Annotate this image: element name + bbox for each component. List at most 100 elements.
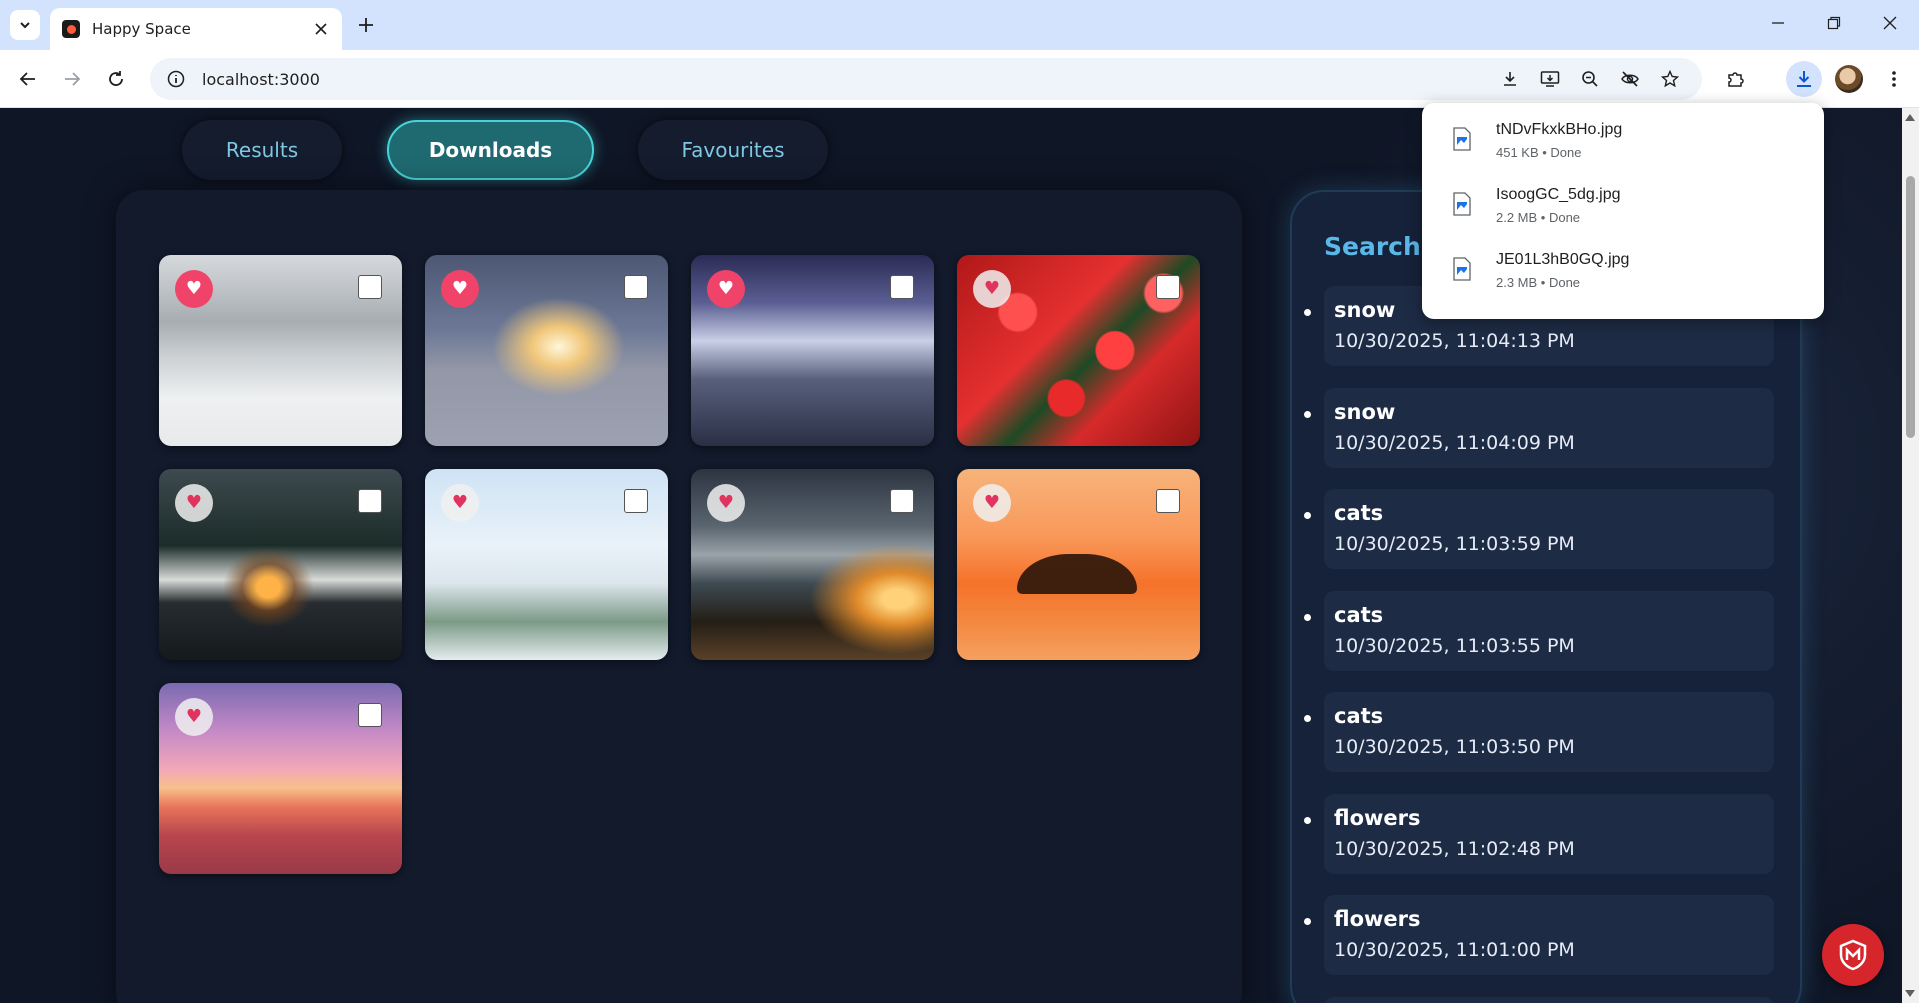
island-silhouette (1017, 554, 1137, 594)
bookmark-button[interactable] (1654, 63, 1686, 95)
download-item[interactable]: IsoogGC_5dg.jpg 2.2 MB • Done (1422, 174, 1824, 238)
heart-icon: ♥ (185, 492, 203, 513)
downloads-popup: tNDvFkxkBHo.jpg 451 KB • Done IsoogGC_5d… (1422, 103, 1824, 319)
image-card[interactable]: ♥ (159, 469, 402, 660)
security-badge[interactable] (1822, 924, 1884, 986)
new-tab-button[interactable] (352, 11, 380, 39)
bullet (1304, 918, 1311, 925)
select-checkbox[interactable] (624, 489, 648, 513)
history-term: flowers (1334, 907, 1421, 931)
install-app-icon (1540, 71, 1560, 87)
history-item[interactable]: cats 10/30/2025, 11:03:55 PM (1304, 591, 1774, 671)
tab-results[interactable]: Results (182, 120, 342, 180)
select-checkbox[interactable] (1156, 489, 1180, 513)
select-checkbox[interactable] (1156, 275, 1180, 299)
download-item[interactable]: tNDvFkxkBHo.jpg 451 KB • Done (1422, 109, 1824, 173)
favourite-button[interactable]: ♥ (175, 270, 213, 308)
url-text[interactable]: localhost:3000 (202, 70, 1702, 89)
image-card[interactable]: ♥ (691, 469, 934, 660)
image-card[interactable]: ♥ (159, 683, 402, 874)
favourite-button[interactable]: ♥ (973, 484, 1011, 522)
history-term: cats (1334, 501, 1384, 525)
download-filename: IsoogGC_5dg.jpg (1496, 186, 1621, 203)
image-card[interactable]: ♥ (425, 255, 668, 446)
install-app-button[interactable] (1534, 63, 1566, 95)
star-icon (1661, 70, 1679, 88)
minimize-button[interactable] (1750, 0, 1806, 46)
select-checkbox[interactable] (890, 489, 914, 513)
favourite-button[interactable]: ♥ (175, 698, 213, 736)
favourite-button[interactable]: ♥ (441, 270, 479, 308)
select-checkbox[interactable] (358, 489, 382, 513)
download-filename: tNDvFkxkBHo.jpg (1496, 121, 1623, 138)
history-time: 10/30/2025, 11:04:09 PM (1334, 432, 1575, 454)
download-filename: JE01L3hB0GQ.jpg (1496, 251, 1630, 268)
downloads-button[interactable] (1786, 61, 1822, 97)
minimize-icon (1772, 22, 1784, 24)
tab-downloads[interactable]: Downloads (387, 120, 594, 180)
download-status: 2.2 MB • Done (1496, 210, 1581, 225)
browser-tab[interactable]: Happy Space (50, 8, 342, 50)
history-item[interactable]: flowers 10/30/2025, 11:01:00 PM (1304, 895, 1774, 975)
history-item[interactable]: cats 10/30/2025, 11:03:50 PM (1304, 692, 1774, 772)
bullet (1304, 309, 1311, 316)
favourite-button[interactable]: ♥ (175, 484, 213, 522)
image-file-icon (1453, 127, 1471, 151)
page-scrollbar[interactable] (1902, 108, 1919, 1003)
favourite-button[interactable]: ♥ (707, 270, 745, 308)
select-checkbox[interactable] (358, 703, 382, 727)
back-button[interactable] (12, 63, 44, 95)
history-item[interactable]: flowers 10/30/2025, 11:02:48 PM (1304, 794, 1774, 874)
heart-icon: ♥ (451, 278, 469, 299)
extensions-button[interactable] (1720, 63, 1752, 95)
bullet (1304, 614, 1311, 621)
scroll-thumb[interactable] (1906, 176, 1915, 438)
history-item[interactable]: cats 10/30/2025, 11:03:59 PM (1304, 489, 1774, 569)
address-bar[interactable]: localhost:3000 (150, 58, 1702, 100)
image-file-icon (1453, 257, 1471, 281)
download-status: 2.3 MB • Done (1496, 275, 1581, 290)
zoom-button[interactable] (1574, 63, 1606, 95)
close-tab-button[interactable] (310, 18, 332, 40)
profile-avatar[interactable] (1835, 65, 1863, 93)
image-file-icon (1453, 192, 1471, 216)
reload-button[interactable] (100, 63, 132, 95)
favourite-button[interactable]: ♥ (441, 484, 479, 522)
image-card[interactable]: ♥ (957, 255, 1200, 446)
image-card[interactable]: ♥ (957, 469, 1200, 660)
info-icon (167, 70, 185, 88)
select-checkbox[interactable] (624, 275, 648, 299)
select-checkbox[interactable] (890, 275, 914, 299)
favicon-icon (62, 20, 80, 38)
favourite-button[interactable]: ♥ (707, 484, 745, 522)
history-item[interactable]: snow 10/30/2025, 11:04:09 PM (1304, 388, 1774, 468)
tracking-protection-button[interactable] (1614, 63, 1646, 95)
plus-icon (359, 18, 373, 32)
history-term: cats (1334, 704, 1384, 728)
select-checkbox[interactable] (358, 275, 382, 299)
restore-icon (1827, 16, 1841, 30)
image-card[interactable]: ♥ (159, 255, 402, 446)
bullet (1304, 715, 1311, 722)
image-card[interactable]: ♥ (691, 255, 934, 446)
history-time: 10/30/2025, 11:04:13 PM (1334, 330, 1575, 352)
scroll-up-arrow-icon[interactable] (1905, 114, 1915, 121)
image-gallery: ♥ ♥ ♥ ♥ ♥ ♥ ♥ ♥ ♥ (116, 190, 1242, 1003)
image-card[interactable]: ♥ (425, 469, 668, 660)
heart-icon: ♥ (983, 278, 1001, 299)
close-window-button[interactable] (1862, 0, 1918, 46)
history-item[interactable] (1324, 997, 1774, 1003)
restore-button[interactable] (1806, 0, 1862, 46)
tab-search-button[interactable] (10, 10, 40, 40)
tab-favourites[interactable]: Favourites (638, 120, 828, 180)
history-term: snow (1334, 298, 1396, 322)
forward-button[interactable] (56, 63, 88, 95)
heart-icon: ♥ (717, 278, 735, 299)
menu-button[interactable] (1878, 63, 1910, 95)
site-info-button[interactable] (156, 58, 196, 100)
download-page-button[interactable] (1494, 63, 1526, 95)
scroll-down-arrow-icon[interactable] (1905, 990, 1915, 997)
download-item[interactable]: JE01L3hB0GQ.jpg 2.3 MB • Done (1422, 239, 1824, 303)
download-icon (1504, 72, 1516, 86)
favourite-button[interactable]: ♥ (973, 270, 1011, 308)
